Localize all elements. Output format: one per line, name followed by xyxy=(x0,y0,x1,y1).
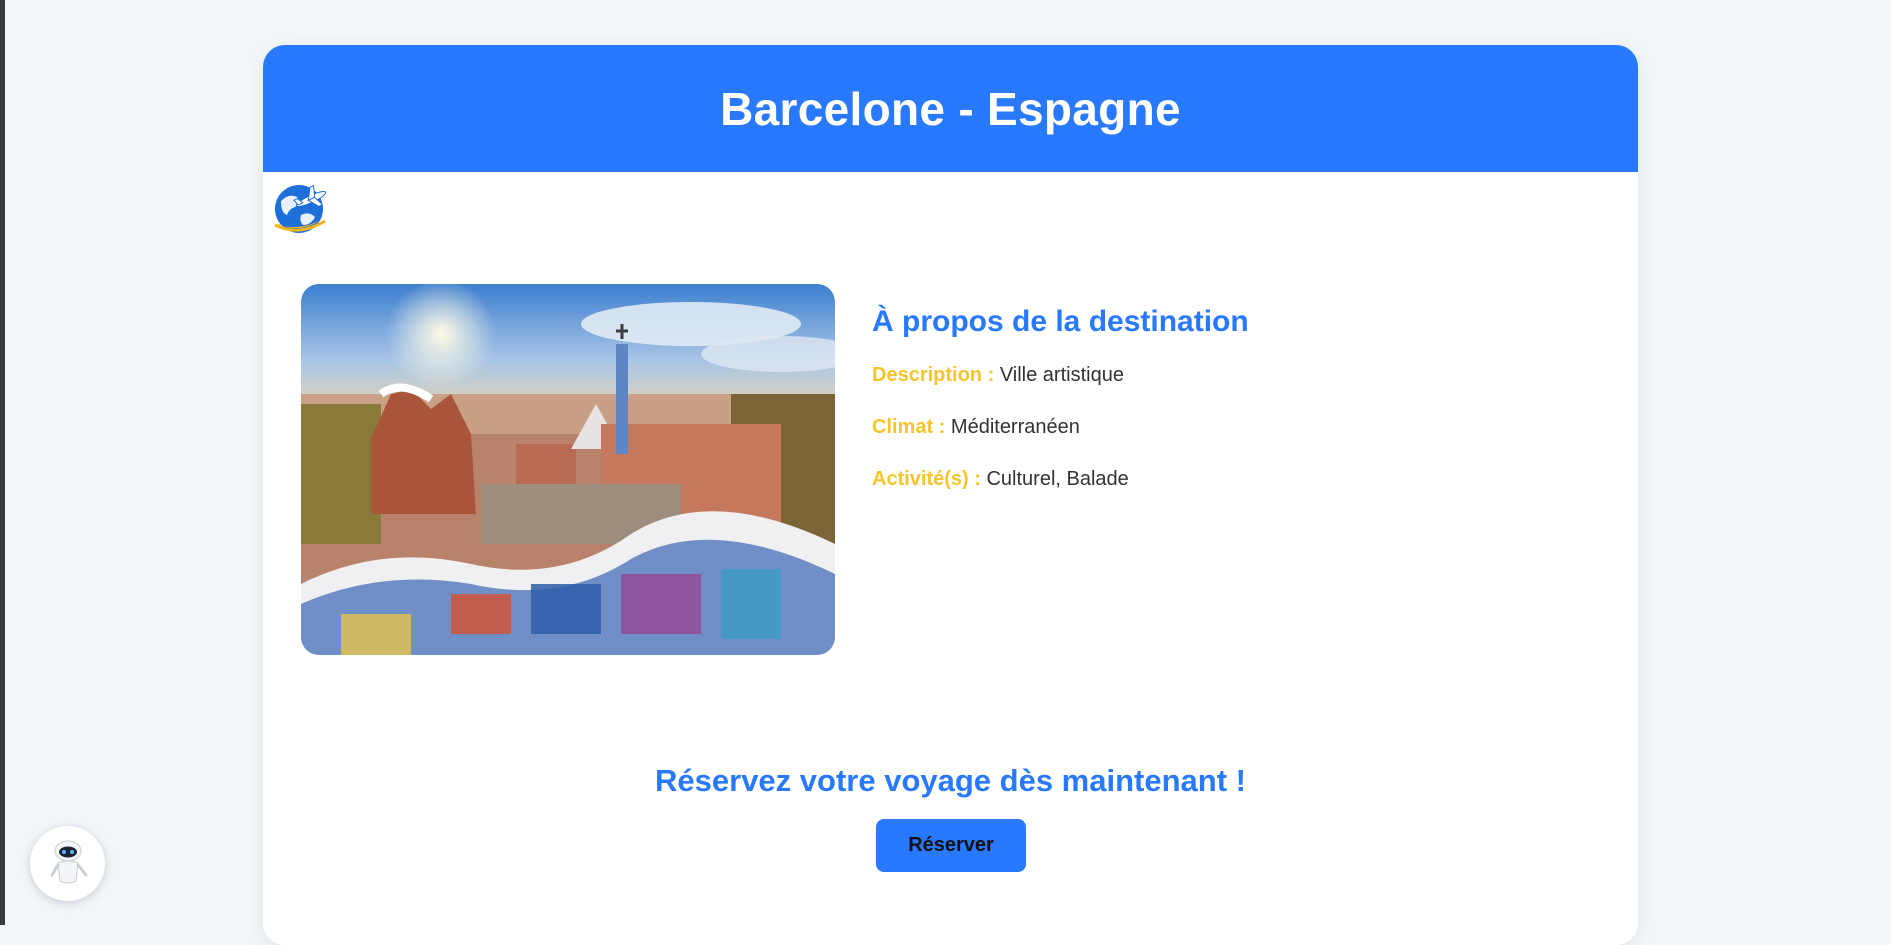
chatbot-button[interactable] xyxy=(30,826,105,901)
page-title: Barcelone - Espagne xyxy=(720,82,1181,135)
section-title: À propos de la destination xyxy=(872,305,1249,338)
cta-title: Réservez votre voyage dès maintenant ! xyxy=(655,763,1246,798)
climate-value: Méditerranéen xyxy=(950,416,1080,438)
destination-info: À propos de la destination Description :… xyxy=(872,305,1572,519)
destination-card: Barcelone - Espagne À propos de la desti… xyxy=(263,45,1638,945)
reserve-button[interactable]: Réserver xyxy=(876,819,1026,872)
destination-photo xyxy=(301,284,835,655)
climate-row: Climat : Méditerranéen xyxy=(872,415,1572,439)
window-left-edge xyxy=(0,0,5,925)
globe-plane-logo-icon[interactable] xyxy=(271,179,331,239)
description-row: Description : Ville artistique xyxy=(872,363,1572,387)
activities-label: Activité(s) : xyxy=(872,468,981,490)
activities-value: Culturel, Balade xyxy=(986,468,1129,490)
robot-assistant-icon xyxy=(44,835,92,892)
description-label: Description : xyxy=(872,364,995,386)
climate-label: Climat : xyxy=(872,416,946,438)
card-header: Barcelone - Espagne xyxy=(263,45,1638,172)
description-value: Ville artistique xyxy=(999,364,1124,386)
activities-row: Activité(s) : Culturel, Balade xyxy=(872,467,1572,491)
